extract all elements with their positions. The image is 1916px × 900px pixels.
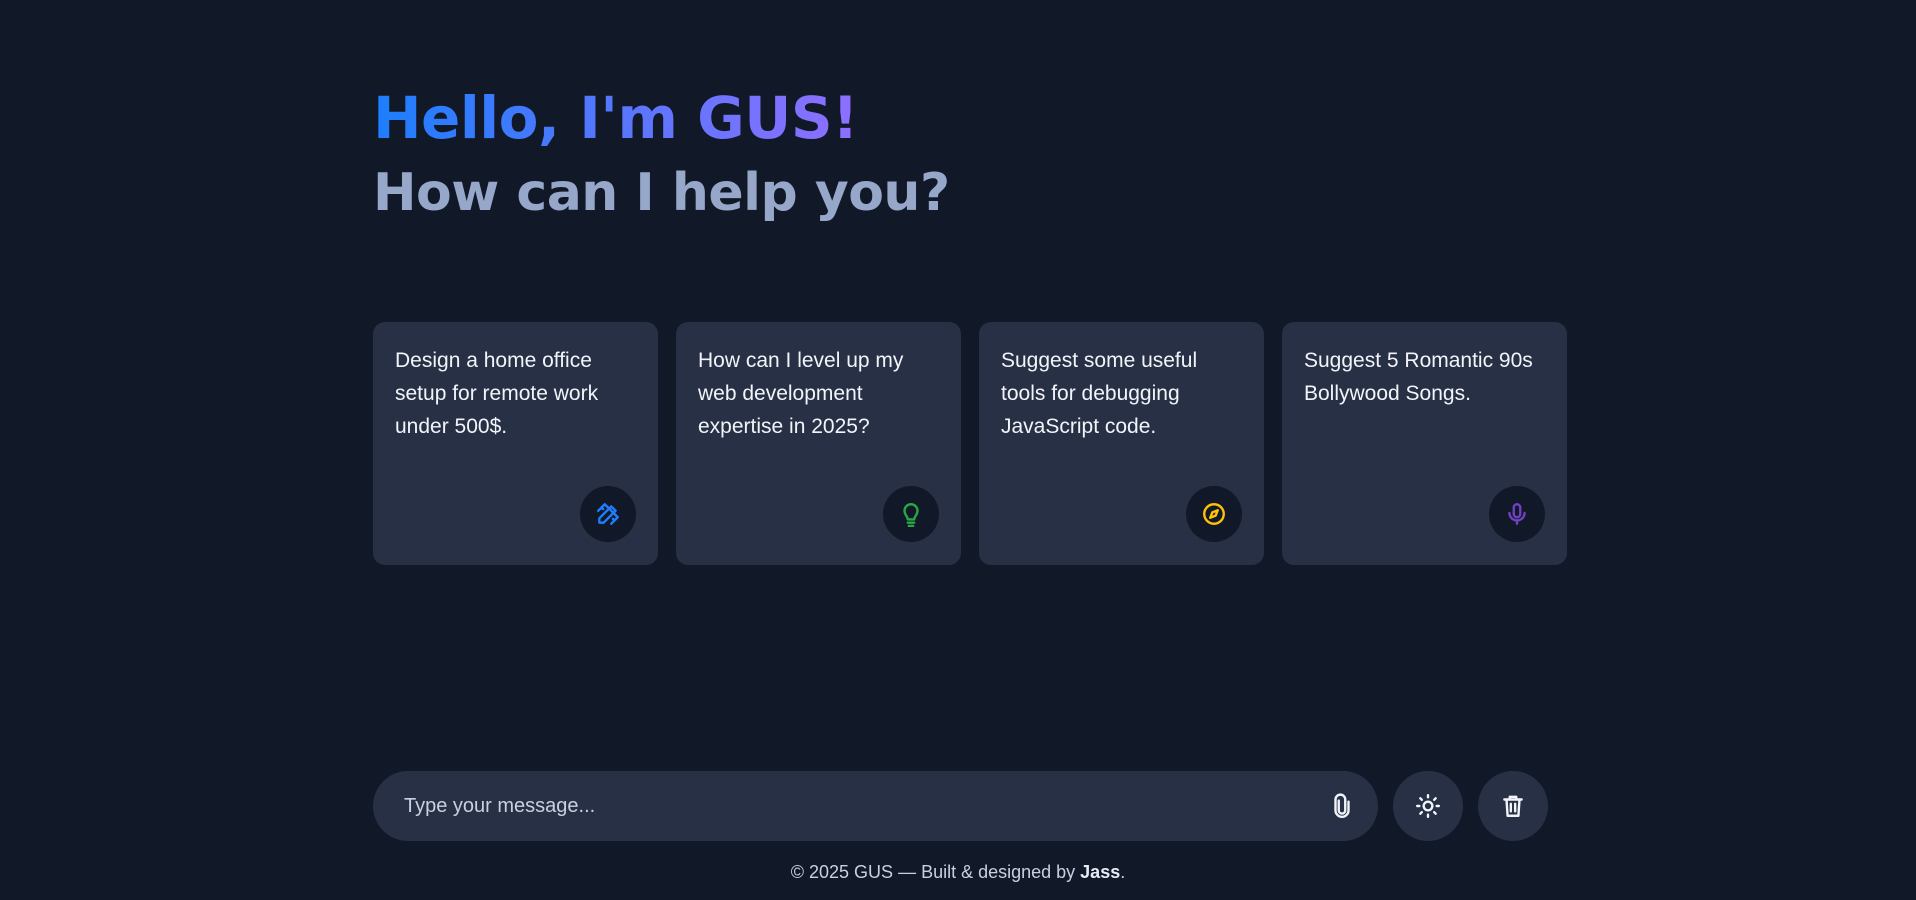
lightbulb-icon [883, 486, 939, 542]
footer-author: Jass [1080, 862, 1121, 882]
footer-text: © 2025 GUS — Built & designed by [790, 862, 1081, 882]
suggestion-text: Suggest some useful tools for debugging … [1001, 349, 1198, 438]
prompt-bar [373, 771, 1548, 841]
delete-chat-button[interactable] [1478, 771, 1548, 841]
subheading: How can I help you? [373, 163, 950, 223]
trash-icon [1503, 795, 1523, 817]
suggestion-card[interactable]: Design a home office setup for remote wo… [373, 322, 658, 565]
pencil-ruler-icon [580, 486, 636, 542]
suggestion-card[interactable]: How can I level up my web development ex… [676, 322, 961, 565]
suggestions-list: Design a home office setup for remote wo… [373, 322, 1567, 565]
footer: © 2025 GUS — Built & designed by Jass. [0, 862, 1916, 883]
header: Hello, I'm GUS! How can I help you? [373, 80, 950, 228]
suggestion-card[interactable]: Suggest some useful tools for debugging … [979, 322, 1264, 565]
suggestion-text: Design a home office setup for remote wo… [395, 349, 599, 438]
suggestion-text: Suggest 5 Romantic 90s Bollywood Songs. [1304, 349, 1533, 405]
prompt-input-container [373, 771, 1378, 841]
message-input[interactable] [402, 793, 1324, 819]
compass-icon [1186, 486, 1242, 542]
paperclip-icon[interactable] [1324, 788, 1360, 824]
greeting-heading: Hello, I'm GUS! [373, 80, 859, 156]
sun-icon [1415, 793, 1441, 819]
microphone-icon [1489, 486, 1545, 542]
app-root: Hello, I'm GUS! How can I help you? Desi… [0, 0, 1916, 900]
footer-suffix: . [1120, 862, 1126, 882]
suggestion-card[interactable]: Suggest 5 Romantic 90s Bollywood Songs. [1282, 322, 1567, 565]
theme-toggle-button[interactable] [1393, 771, 1463, 841]
suggestion-text: How can I level up my web development ex… [698, 349, 904, 438]
